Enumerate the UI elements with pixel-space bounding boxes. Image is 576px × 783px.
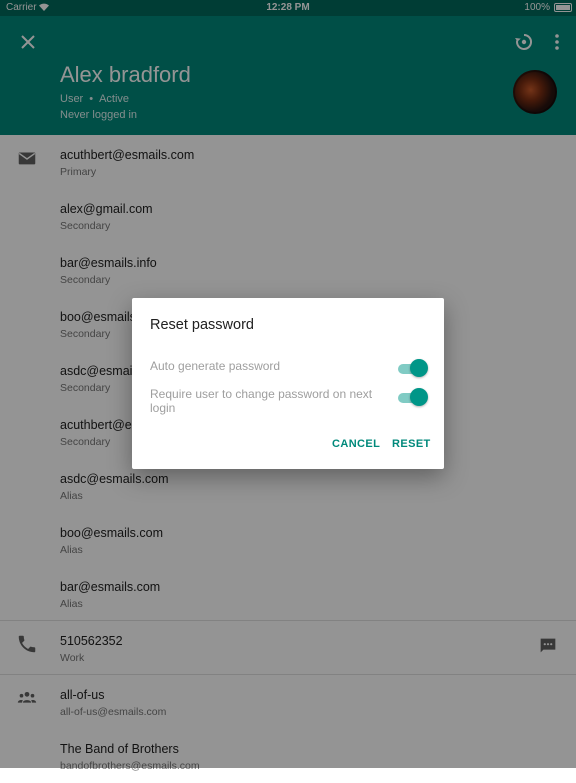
auto-generate-toggle[interactable]	[398, 359, 428, 379]
cancel-button[interactable]: CANCEL	[332, 438, 380, 450]
require-change-label: Require user to change password on next …	[150, 387, 373, 415]
toggle-thumb	[410, 359, 428, 377]
reset-button[interactable]: RESET	[392, 438, 431, 450]
reset-password-dialog: Reset password Auto generate password Re…	[132, 298, 444, 469]
dialog-title: Reset password	[150, 317, 254, 333]
auto-generate-label: Auto generate password	[150, 359, 281, 373]
require-change-toggle[interactable]	[398, 388, 428, 408]
toggle-thumb	[410, 388, 428, 406]
